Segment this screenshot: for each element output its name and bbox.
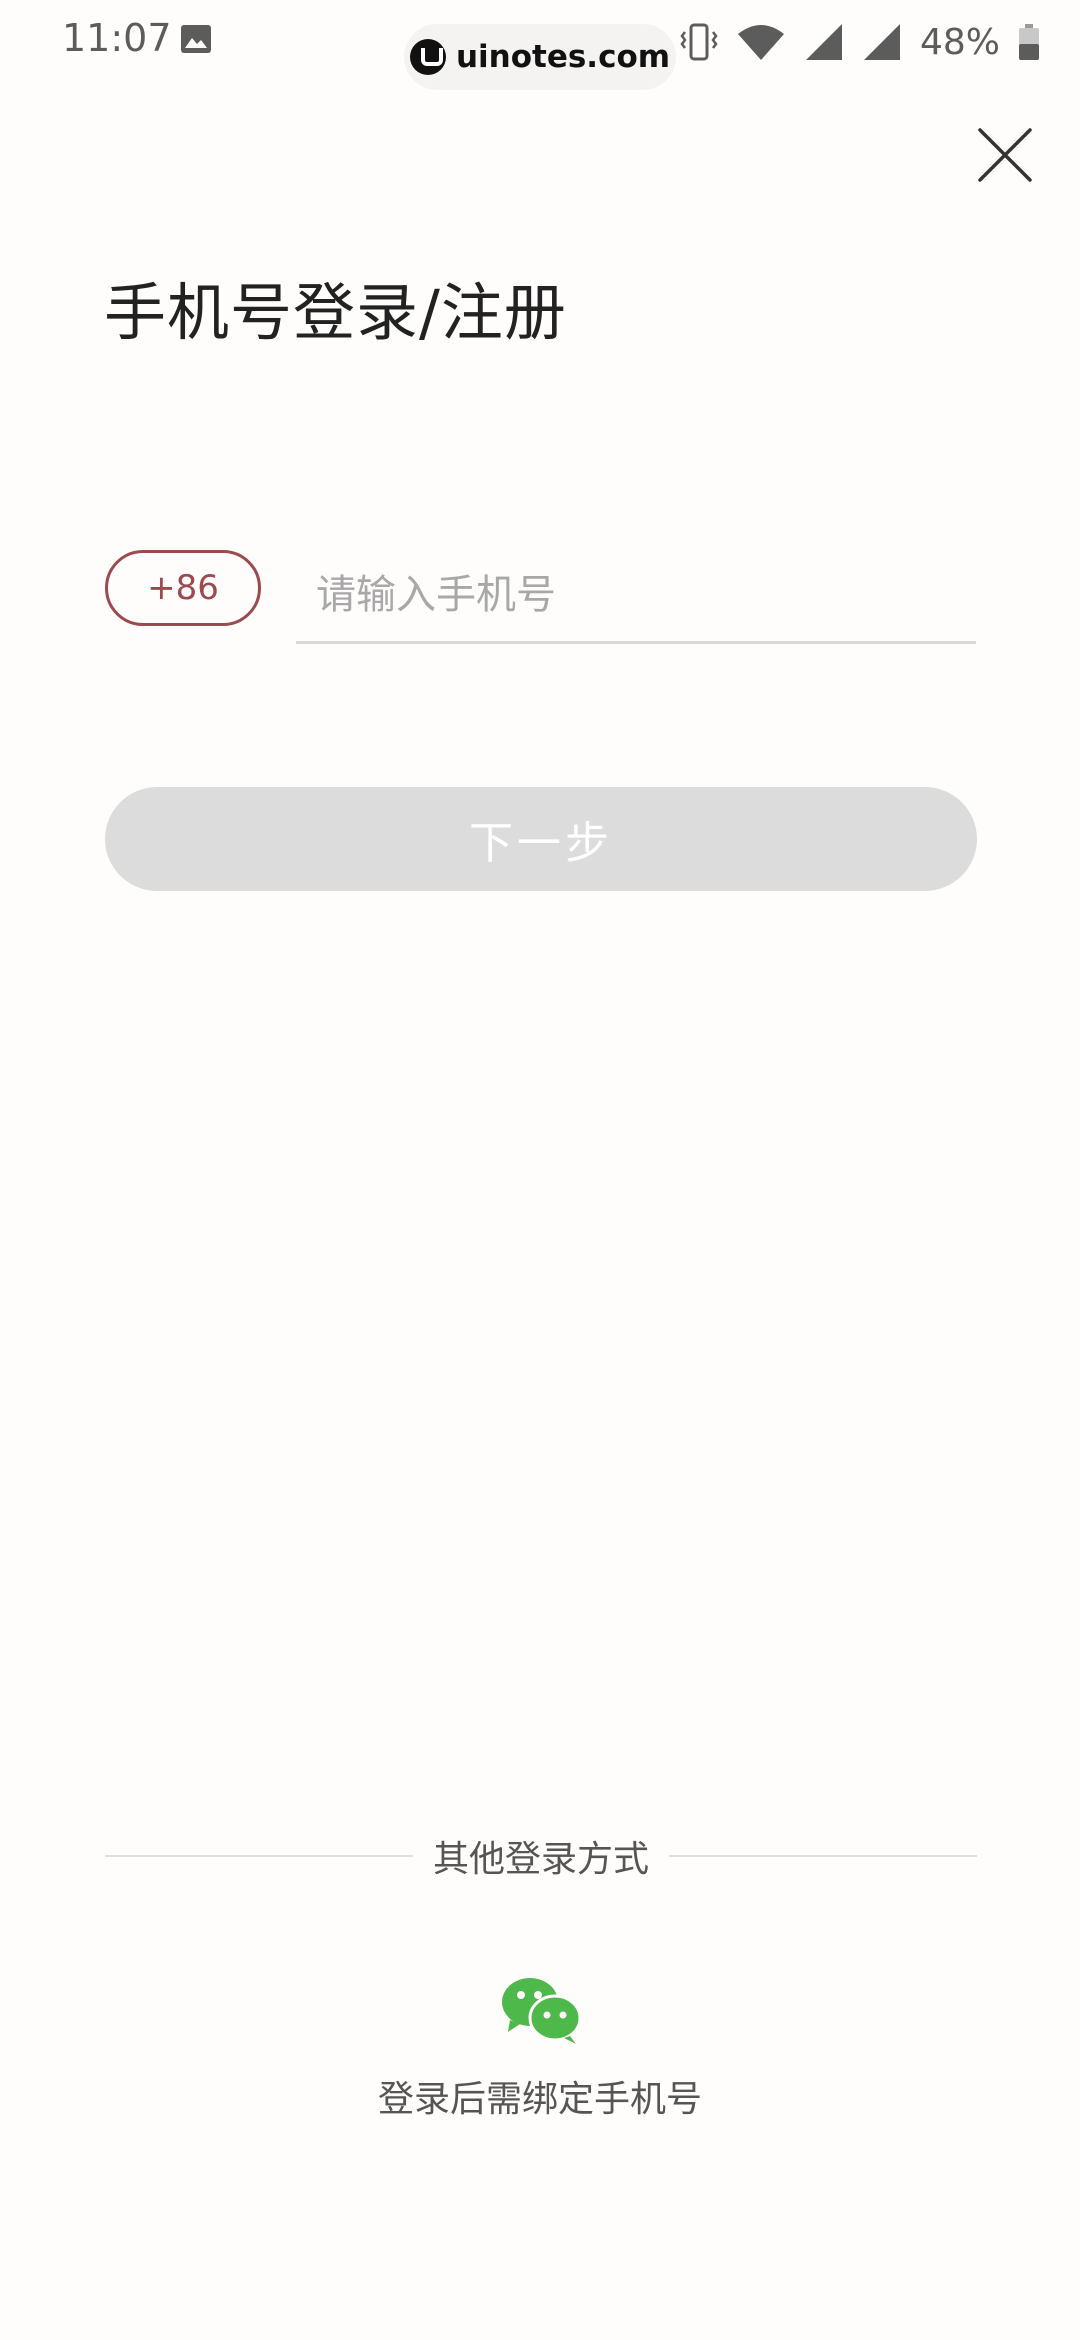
wechat-icon[interactable] <box>500 1976 582 2046</box>
status-bar: 11:07 uinotes.com 48% <box>0 0 1080 90</box>
watermark-badge: uinotes.com <box>404 24 676 90</box>
wifi-icon <box>737 25 784 60</box>
uinotes-logo-icon <box>409 39 446 75</box>
battery-percent: 48% <box>919 21 1000 63</box>
next-step-button[interactable]: 下一步 <box>105 787 977 891</box>
signal-icon <box>863 24 900 60</box>
vibrate-icon <box>680 23 718 61</box>
status-time: 11:07 <box>62 16 172 60</box>
other-login-divider: 其他登录方式 <box>105 1826 977 1886</box>
bind-phone-note: 登录后需绑定手机号 <box>377 2079 702 2120</box>
photo-icon <box>181 25 211 53</box>
country-code-button[interactable]: +86 <box>105 550 261 626</box>
divider-line <box>669 1855 977 1857</box>
status-icons: 48% <box>680 18 1040 66</box>
page-title: 手机号登录/注册 <box>104 276 567 349</box>
battery-icon <box>1019 24 1039 60</box>
signal-icon <box>805 24 842 60</box>
phone-input[interactable] <box>296 548 976 644</box>
close-icon[interactable] <box>976 126 1034 184</box>
watermark-text: uinotes.com <box>455 39 671 75</box>
